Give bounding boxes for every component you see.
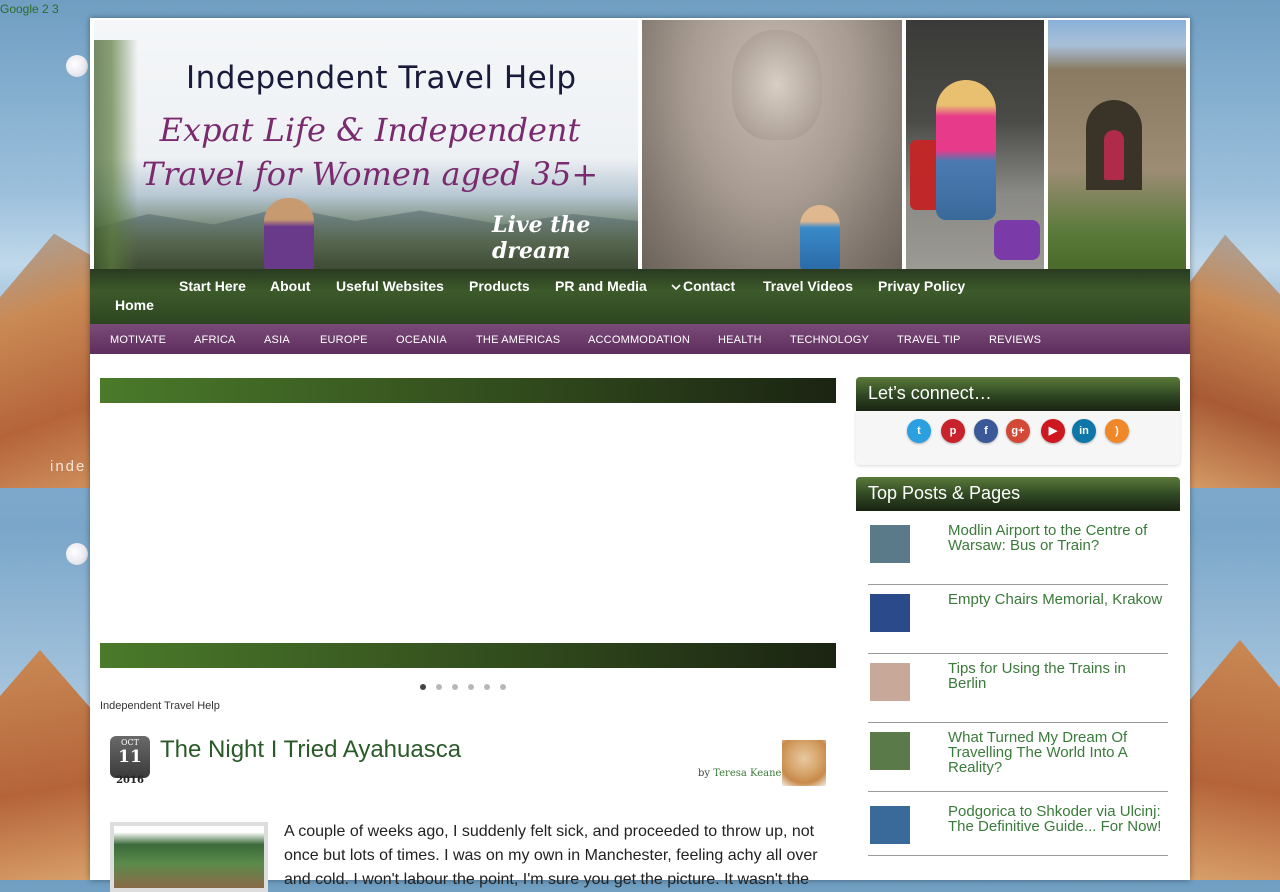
nav-item-privacy-policy[interactable]: Privay Policy: [878, 278, 965, 294]
post-date-day: 11: [118, 747, 142, 767]
connect-widget: t p f g+ ▶ in ): [856, 411, 1180, 465]
nav-item-pr-and-media[interactable]: PR and Media: [555, 278, 647, 294]
linkedin-icon[interactable]: in: [1072, 419, 1096, 443]
banner-main-panel: Independent Travel Help Expat Life & Ind…: [94, 20, 638, 270]
site-subtitle: Expat Life & Independent Travel for Wome…: [141, 111, 599, 193]
banner-tree: [94, 40, 138, 270]
slider-dot[interactable]: [484, 684, 490, 690]
category-technology[interactable]: TECHNOLOGY: [790, 334, 869, 346]
page-wrapper: Independent Travel Help Expat Life & Ind…: [90, 18, 1190, 892]
twitter-icon[interactable]: t: [907, 419, 931, 443]
slider-pagination: [420, 677, 516, 695]
top-post-link[interactable]: Podgorica to Shkoder via Ulcinj: The Def…: [948, 804, 1168, 834]
slider-dot[interactable]: [420, 684, 426, 690]
category-asia[interactable]: ASIA: [264, 334, 290, 346]
site-title: Independent Travel Help: [186, 60, 577, 96]
slider-viewport[interactable]: [100, 403, 836, 643]
top-post-item[interactable]: Podgorica to Shkoder via Ulcinj: The Def…: [868, 802, 1168, 856]
site-label: Independent Travel Help: [100, 700, 220, 712]
nav-item-home[interactable]: Home: [115, 297, 154, 313]
chevron-down-icon: [671, 284, 681, 291]
post-date-badge: OCT 11: [110, 736, 150, 778]
top-post-link[interactable]: What Turned My Dream Of Travelling The W…: [948, 730, 1168, 775]
category-travel-tip[interactable]: TRAVEL TIP: [897, 334, 961, 346]
category-accommodation[interactable]: ACCOMMODATION: [588, 334, 690, 346]
banner-photo-wall: [1048, 20, 1186, 270]
category-africa[interactable]: AFRICA: [194, 334, 236, 346]
slider-dot[interactable]: [436, 684, 442, 690]
slider-dot[interactable]: [500, 684, 506, 690]
category-oceania[interactable]: OCEANIA: [396, 334, 447, 346]
background-moon-icon: [66, 543, 88, 565]
facebook-icon[interactable]: f: [974, 419, 998, 443]
nav-item-travel-videos[interactable]: Travel Videos: [763, 278, 853, 294]
site-tagline: Live the dream: [492, 212, 591, 264]
nav-item-start-here[interactable]: Start Here: [179, 278, 246, 294]
top-post-thumbnail[interactable]: [870, 594, 910, 632]
top-post-thumbnail[interactable]: [870, 525, 910, 563]
nav-item-contact[interactable]: Contact: [671, 278, 735, 294]
banner-person: [800, 205, 840, 270]
nav-item-about[interactable]: About: [270, 278, 310, 294]
slider-dot[interactable]: [452, 684, 458, 690]
banner-person: [1104, 130, 1124, 180]
post-title[interactable]: The Night I Tried Ayahuasca: [160, 736, 461, 764]
category-health[interactable]: HEALTH: [718, 334, 762, 346]
youtube-icon[interactable]: ▶: [1041, 419, 1065, 443]
category-bar: MOTIVATE AFRICA ASIA EUROPE OCEANIA THE …: [90, 324, 1190, 354]
google-plus-icon[interactable]: g+: [1006, 419, 1030, 443]
header-banner[interactable]: Independent Travel Help Expat Life & Ind…: [94, 20, 1186, 270]
post-date-month: OCT: [120, 738, 139, 747]
banner-person: [936, 80, 996, 220]
top-post-link[interactable]: Empty Chairs Memorial, Krakow: [948, 592, 1168, 607]
background-moon-icon: [66, 55, 88, 77]
banner-person: [264, 198, 314, 270]
category-europe[interactable]: EUROPE: [320, 334, 368, 346]
category-reviews[interactable]: REVIEWS: [989, 334, 1041, 346]
background-mountain-left-lower: [0, 650, 100, 880]
nav-item-contact-label: Contact: [683, 278, 736, 294]
post-excerpt: A couple of weeks ago, I suddenly felt s…: [284, 823, 818, 888]
top-post-item[interactable]: Modlin Airport to the Centre of Warsaw: …: [868, 521, 1168, 585]
post-date-year: 2016: [116, 775, 144, 786]
top-post-item[interactable]: Empty Chairs Memorial, Krakow: [868, 590, 1168, 654]
author-link[interactable]: Teresa Keane: [713, 768, 781, 779]
rss-icon[interactable]: ): [1105, 419, 1129, 443]
category-the-americas[interactable]: THE AMERICAS: [476, 334, 560, 346]
top-post-thumbnail[interactable]: [870, 806, 910, 844]
top-post-link[interactable]: Modlin Airport to the Centre of Warsaw: …: [948, 523, 1168, 553]
slider-top-bar: [100, 378, 836, 403]
top-post-thumbnail[interactable]: [870, 732, 910, 770]
top-post-item[interactable]: Tips for Using the Trains in Berlin: [868, 659, 1168, 723]
byline-prefix: by: [698, 768, 711, 779]
top-post-item[interactable]: What Turned My Dream Of Travelling The W…: [868, 728, 1168, 792]
top-post-link[interactable]: Tips for Using the Trains in Berlin: [948, 661, 1168, 691]
pinterest-icon[interactable]: p: [941, 419, 965, 443]
post-byline: by Teresa Keane: [698, 768, 781, 779]
top-post-thumbnail[interactable]: [870, 663, 910, 701]
background-text: inde: [50, 458, 87, 475]
banner-photo-statue: [642, 20, 902, 270]
nav-item-products[interactable]: Products: [469, 278, 530, 294]
main-nav: Start Here About Useful Websites Product…: [90, 269, 1190, 324]
slider-dot[interactable]: [468, 684, 474, 690]
post-thumbnail[interactable]: [110, 822, 268, 892]
nav-item-useful-websites[interactable]: Useful Websites: [336, 278, 444, 294]
background-mountain-right-lower: [1180, 640, 1280, 880]
category-motivate[interactable]: MOTIVATE: [110, 334, 166, 346]
slider-bottom-bar: [100, 643, 836, 668]
statue-face: [732, 30, 822, 140]
google-links[interactable]: Google 2 3: [0, 2, 59, 16]
connect-widget-title: Let’s connect…: [856, 377, 1180, 411]
banner-photo-doorstep: [906, 20, 1044, 270]
banner-bag: [994, 220, 1040, 260]
top-posts-title: Top Posts & Pages: [856, 477, 1180, 511]
avatar: [782, 740, 826, 786]
